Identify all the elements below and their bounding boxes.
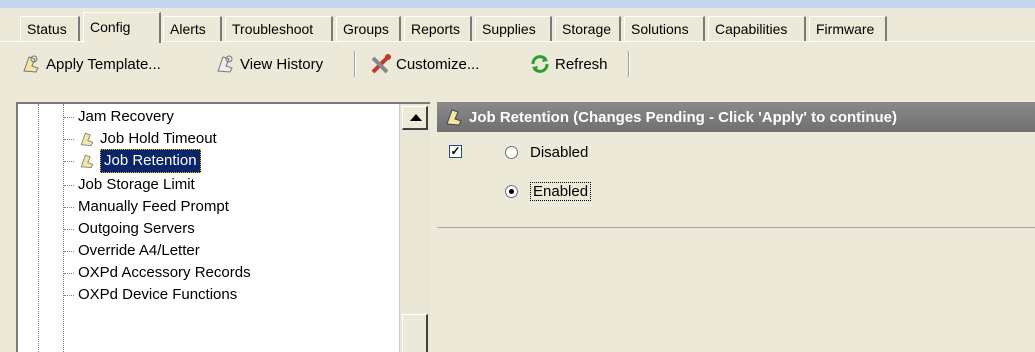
tree-connector <box>64 160 74 162</box>
tab-bar: Status Config Alerts Troubleshoot Groups… <box>0 8 1035 43</box>
tree-item-label: Outgoing Servers <box>78 220 195 237</box>
tab-firmware[interactable]: Firmware <box>809 16 887 41</box>
tab-storage[interactable]: Storage <box>555 16 621 41</box>
history-icon <box>217 55 233 73</box>
panel-title: Job Retention (Changes Pending - Click '… <box>469 108 897 126</box>
settings-panel: Job Retention (Changes Pending - Click '… <box>437 102 1035 352</box>
tree-connector <box>64 184 74 186</box>
tree-scrollbar[interactable] <box>399 104 430 352</box>
tab-reports[interactable]: Reports <box>404 16 472 41</box>
tree-item-override-a4-letter[interactable]: Override A4/Letter <box>64 240 200 262</box>
tree-item-job-hold-timeout[interactable]: Job Hold Timeout <box>64 128 217 150</box>
hand-icon <box>80 132 94 146</box>
refresh-label: Refresh <box>555 55 608 73</box>
customize-button[interactable]: Customize... <box>370 52 479 76</box>
view-history-label: View History <box>240 55 324 73</box>
radio-button[interactable] <box>505 185 518 198</box>
tree-item-label-selected: Job Retention <box>100 149 201 173</box>
tab-capabilities[interactable]: Capabilities <box>708 16 806 41</box>
tab-config[interactable]: Config <box>83 12 161 43</box>
tree-item-label: Override A4/Letter <box>78 242 200 259</box>
tree-item-job-storage-limit[interactable]: Job Storage Limit <box>64 174 195 196</box>
tree-connector <box>64 138 74 140</box>
customize-label: Customize... <box>396 55 480 73</box>
view-history-button[interactable]: View History <box>214 52 323 76</box>
tab-alerts[interactable]: Alerts <box>163 16 222 41</box>
radio-label: Disabled <box>530 144 589 161</box>
radio-label: Enabled <box>530 182 592 201</box>
setting-enable-checkbox[interactable]: ✓ <box>449 145 462 158</box>
toolbar: Apply Template... View History Customize… <box>0 42 1035 87</box>
hand-icon <box>80 154 94 168</box>
tree-connector <box>64 206 74 208</box>
panel-header: Job Retention (Changes Pending - Click '… <box>437 102 1035 132</box>
panel-body: ✓ Disabled Enabled <box>437 132 1035 228</box>
tree-connector <box>64 294 74 296</box>
tree-item-outgoing-servers[interactable]: Outgoing Servers <box>64 218 195 240</box>
tree-item-job-retention[interactable]: Job Retention <box>64 149 201 173</box>
tree-item-label: Job Storage Limit <box>78 176 195 193</box>
tab-supplies[interactable]: Supplies <box>475 16 552 41</box>
radio-option-enabled[interactable]: Enabled <box>505 182 592 201</box>
tree-item-label: OXPd Accessory Records <box>78 264 251 281</box>
tree-item-label: Jam Recovery <box>78 108 174 125</box>
tree-guide-line <box>38 104 39 352</box>
template-icon <box>23 55 39 73</box>
tab-status[interactable]: Status <box>20 16 80 41</box>
refresh-button[interactable]: Refresh <box>529 52 608 76</box>
tree-item-oxpd-accessory-records[interactable]: OXPd Accessory Records <box>64 262 251 284</box>
apply-template-label: Apply Template... <box>46 55 161 73</box>
tab-groups[interactable]: Groups <box>336 16 401 41</box>
config-tree[interactable]: Jam Recovery Job Hold Timeout Job Retent… <box>16 102 430 352</box>
tree-connector <box>64 272 74 274</box>
radio-button[interactable] <box>505 146 518 159</box>
tools-icon <box>371 54 391 74</box>
tree-item-label: Manually Feed Prompt <box>78 198 229 215</box>
tree-item-oxpd-device-functions[interactable]: OXPd Device Functions <box>64 284 237 306</box>
tree-item-label: OXPd Device Functions <box>78 286 238 303</box>
tree-connector <box>64 250 74 252</box>
tree-item-label: Job Hold Timeout <box>100 130 217 147</box>
pane-splitter[interactable] <box>430 102 436 352</box>
tree-item-manually-feed-prompt[interactable]: Manually Feed Prompt <box>64 196 229 218</box>
tab-troubleshoot[interactable]: Troubleshoot <box>225 16 333 41</box>
tree-connector <box>64 228 74 230</box>
tree-connector <box>64 116 74 118</box>
radio-option-disabled[interactable]: Disabled <box>505 144 588 161</box>
refresh-icon <box>531 55 549 73</box>
tab-solutions[interactable]: Solutions <box>624 16 705 41</box>
scroll-thumb[interactable] <box>402 314 428 352</box>
toolbar-separator <box>354 51 356 77</box>
scroll-up-button[interactable] <box>402 106 428 130</box>
apply-template-button[interactable]: Apply Template... <box>20 52 161 76</box>
tree-item-jam-recovery[interactable]: Jam Recovery <box>64 106 174 128</box>
toolbar-separator <box>628 51 630 77</box>
hand-icon <box>446 109 462 126</box>
window-top-strip <box>0 0 1035 8</box>
